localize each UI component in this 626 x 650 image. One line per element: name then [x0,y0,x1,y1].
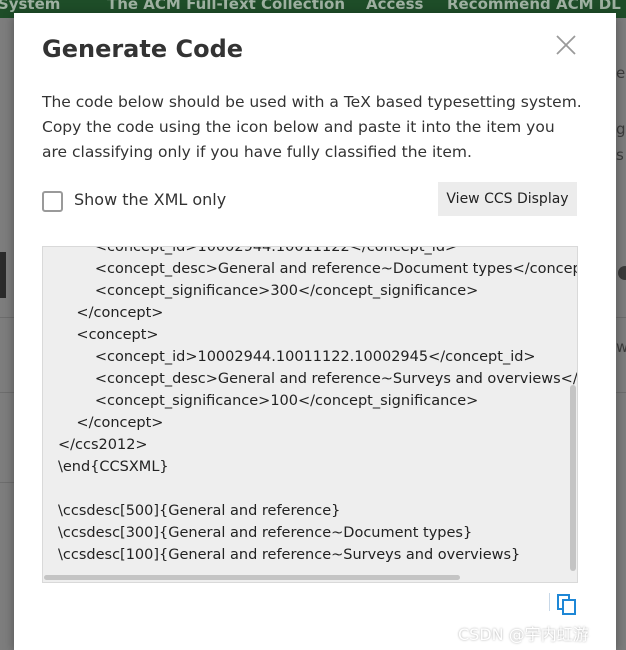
background-divider [0,392,14,393]
code-box[interactable]: <concept_id>10002944.10011122</concept_i… [42,246,578,583]
nav-item-recommend: Recommend ACM DL [447,0,621,13]
code-line: \end{CCSXML} [58,459,169,475]
close-button[interactable] [554,33,578,57]
watermark: CSDN @宇内虹游 [458,625,589,644]
copy-button[interactable] [554,591,580,617]
horizontal-scrollbar-thumb[interactable] [44,575,460,580]
show-xml-label[interactable]: Show the XML only [74,189,226,211]
nav-item-fulltext: The ACM Full-Text Collection [107,0,345,13]
dialog-title: Generate Code [42,35,244,63]
background-divider [0,317,14,318]
background-divider [616,392,626,393]
background-divider [0,482,14,483]
code-line: <concept_id>10002944.10011122</concept_i… [58,246,458,255]
code-line: <concept_desc>General and reference~Surv… [94,371,578,387]
vertical-scrollbar[interactable] [569,247,577,582]
background-circle-control [618,266,626,280]
nav-item-access: Access [366,0,424,13]
code-line: <concept_significance>100</concept_signi… [58,393,479,409]
code-line: <concept_desc>General and reference~Docu… [94,261,577,277]
background-divider [616,317,626,318]
vertical-scrollbar-thumb[interactable] [570,385,576,571]
copy-divider [549,593,550,611]
code-line: <concept_significance>300</concept_signi… [58,283,479,299]
code-line: \ccsdesc[300]{General and reference~Docu… [58,525,473,541]
background-text-fragment: e [616,64,626,82]
code-line: </ccs2012> [58,437,148,453]
code-line: \ccsdesc[100]{General and reference~Surv… [58,547,521,563]
dialog-description: The code below should be used with a TeX… [42,93,582,161]
generate-code-dialog: Generate Code The code below should be u… [14,13,616,650]
close-icon [556,35,576,55]
code-content: <concept_id>10002944.10011122</concept_i… [58,246,578,566]
background-text-fragment: s [616,146,624,164]
background-text-fragment: g [616,120,626,138]
show-xml-checkbox[interactable] [42,191,63,212]
nav-item-system: n System [0,0,61,13]
background-dark-block [0,252,6,298]
copy-icon [557,594,576,615]
code-line: \ccsdesc[500]{General and reference} [58,503,341,519]
code-line: </concept> [58,415,164,431]
view-ccs-display-button[interactable]: View CCS Display [438,182,577,216]
code-line: <concept> [58,327,159,343]
code-line: <concept_id>10002944.10011122.10002945</… [58,349,536,365]
code-line: </concept> [58,305,164,321]
background-text-fragment: w [616,338,626,356]
